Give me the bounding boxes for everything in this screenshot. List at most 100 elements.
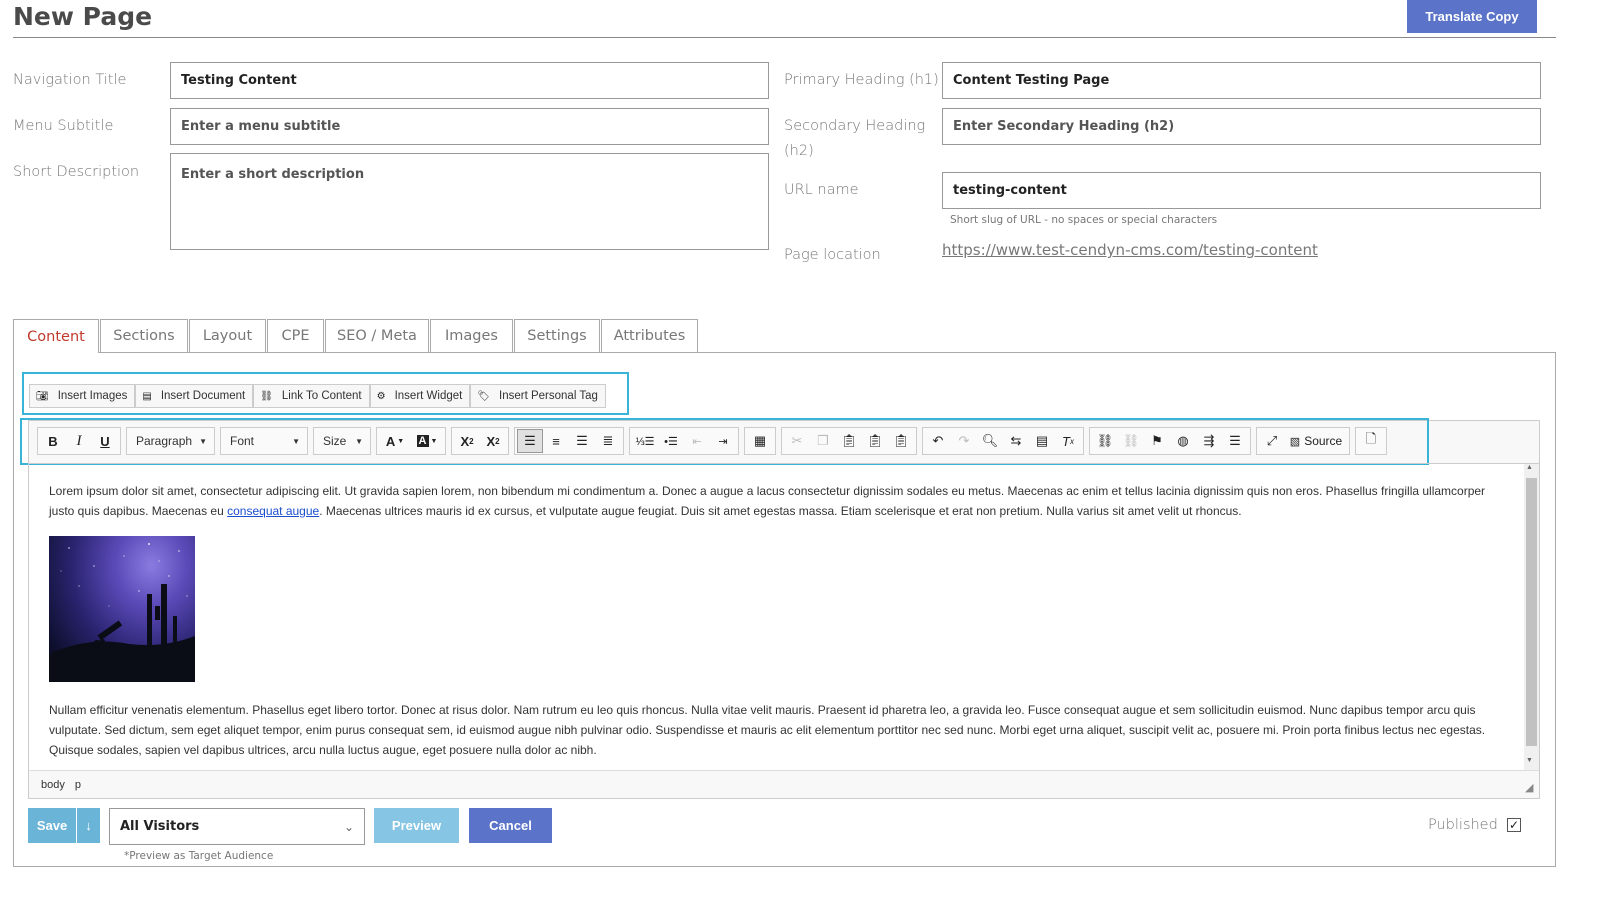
path-p[interactable]: p [75, 779, 81, 791]
save-button[interactable]: Save [28, 808, 76, 843]
menu-subtitle-input[interactable]: Enter a menu subtitle [170, 108, 769, 145]
tag-icon: 🏷︎ [477, 390, 491, 402]
globe-icon[interactable]: ◍ [1170, 429, 1196, 453]
editor-paragraph-1[interactable]: Lorem ipsum dolor sit amet, consectetur … [49, 481, 1509, 521]
remove-format-icon[interactable]: Tx [1055, 429, 1081, 453]
cut-icon[interactable]: ✂ [784, 429, 810, 453]
replace-icon[interactable]: ⇆ [1003, 429, 1029, 453]
select-all-icon[interactable]: ▤ [1029, 429, 1055, 453]
paste-word-icon[interactable]: 📋︎ [888, 429, 914, 453]
bulleted-list-icon[interactable]: •☰ [658, 429, 684, 453]
copy-icon[interactable]: ❐ [810, 429, 836, 453]
secondary-heading-label: Secondary Heading (h2) [784, 118, 926, 159]
edit-group: ↶ ↷ 🔍︎ ⇆ ▤ Tx [922, 427, 1084, 455]
short-description-label: Short Description [13, 164, 140, 180]
audience-select[interactable]: All Visitors ⌄ [109, 808, 365, 845]
paragraph-format-select[interactable]: Paragraph ▼ [126, 427, 215, 455]
tab-settings[interactable]: Settings [514, 319, 600, 352]
insert-images-button[interactable]: 📷︎ Insert Images [29, 384, 136, 408]
background-color-icon[interactable]: A ▼ [411, 429, 443, 453]
size-select[interactable]: Size ▼ [313, 427, 371, 455]
translate-copy-button[interactable]: Translate Copy [1407, 0, 1537, 33]
editor-toolbar: B I U Paragraph ▼ Font ▼ Size ▼ A ▼ A ▼ X2 X2… [37, 427, 1387, 455]
maximize-icon[interactable]: ⤢ [1259, 429, 1285, 453]
align-right-icon[interactable]: ☰ [569, 429, 595, 453]
align-left-icon[interactable]: ☰ [517, 429, 543, 453]
link-group: ⛓︎ ⛓︎ ⚑ ◍ ⇶ ☰ [1089, 427, 1251, 455]
save-options-arrow-icon[interactable]: ↓ [77, 808, 100, 843]
chevron-down-icon: ⌄ [343, 819, 354, 834]
scroll-up-arrow-icon[interactable]: ▲ [1526, 464, 1533, 471]
tab-attributes[interactable]: Attributes [601, 319, 698, 352]
outdent-icon[interactable]: ⇤ [684, 429, 710, 453]
bold-button[interactable]: B [40, 429, 66, 453]
insert-widget-button[interactable]: ⚙︎ Insert Widget [369, 384, 471, 408]
page-location-label: Page location [784, 247, 881, 263]
insert-document-button[interactable]: ▤ Insert Document [135, 384, 254, 408]
align-center-icon[interactable]: ≡ [543, 429, 569, 453]
tab-sections[interactable]: Sections [100, 319, 188, 352]
justify-icon[interactable]: ≣ [595, 429, 621, 453]
header-divider [13, 37, 1556, 38]
undo-icon[interactable]: ↶ [925, 429, 951, 453]
page-title: New Page [13, 2, 153, 31]
scroll-down-arrow-icon[interactable]: ▼ [1526, 757, 1533, 764]
source-button[interactable]: ▧ Source [1285, 429, 1347, 453]
paste-icon[interactable]: 📋︎ [836, 429, 862, 453]
underline-button[interactable]: U [92, 429, 118, 453]
unlink-icon[interactable]: ⛓︎ [1118, 429, 1144, 453]
tab-layout[interactable]: Layout [189, 319, 266, 352]
color-group: A ▼ A ▼ [376, 427, 446, 455]
insert-personal-tag-button[interactable]: 🏷︎ Insert Personal Tag [470, 384, 606, 408]
superscript-icon[interactable]: X2 [480, 429, 506, 453]
templates-icon[interactable]: 🗋︎ [1358, 429, 1384, 453]
italic-button[interactable]: I [66, 429, 92, 453]
secondary-heading-input[interactable]: Enter Secondary Heading (h2) [942, 108, 1541, 145]
link-to-content-button[interactable]: ⛓︎ Link To Content [253, 384, 370, 408]
resize-handle-icon[interactable]: ◢ [1525, 781, 1533, 794]
stargazer-image[interactable] [49, 536, 195, 682]
tab-seo-meta[interactable]: SEO / Meta [325, 319, 429, 352]
menu-subtitle-label: Menu Subtitle [13, 118, 114, 134]
find-icon[interactable]: 🔍︎ [977, 429, 1003, 453]
link-icon[interactable]: ⛓︎ [1092, 429, 1118, 453]
consequat-augue-link[interactable]: consequat augue [227, 504, 319, 518]
active-tab-gap [14, 351, 98, 353]
preview-button[interactable]: Preview [374, 808, 459, 843]
gear-icon: ⚙︎ [376, 390, 386, 402]
page-location-link[interactable]: https://www.test-cendyn-cms.com/testing-… [942, 241, 1318, 259]
tab-images[interactable]: Images [430, 319, 513, 352]
published-checkbox[interactable]: ✓ [1507, 818, 1521, 832]
font-select[interactable]: Font ▼ [220, 427, 308, 455]
paste-text-icon[interactable]: 📋︎ [862, 429, 888, 453]
blockquote-icon[interactable]: ⇶ [1196, 429, 1222, 453]
numbered-list-icon[interactable]: ⅓☰ [632, 429, 658, 453]
primary-heading-label: Primary Heading (h1) [784, 72, 939, 88]
redo-icon[interactable]: ↷ [951, 429, 977, 453]
url-name-input[interactable]: testing-content [942, 172, 1541, 209]
tab-content[interactable]: Content [13, 319, 99, 353]
editor-paragraph-2[interactable]: Nullam efficitur venenatis elementum. Ph… [49, 700, 1509, 760]
cancel-button[interactable]: Cancel [469, 808, 552, 843]
text-color-icon[interactable]: A ▼ [379, 429, 411, 453]
short-description-textarea[interactable]: Enter a short description [170, 153, 769, 250]
align-group: ☰ ≡ ☰ ≣ [514, 427, 624, 455]
primary-heading-input[interactable]: Content Testing Page [942, 62, 1541, 99]
url-hint: Short slug of URL - no spaces or special… [950, 214, 1218, 226]
editor-scrollbar-thumb[interactable] [1526, 478, 1537, 746]
indent-icon[interactable]: ⇥ [710, 429, 736, 453]
checkmark-icon: ✓ [1508, 818, 1520, 832]
list-group: ⅓☰ •☰ ⇤ ⇥ [629, 427, 739, 455]
anchor-flag-icon[interactable]: ⚑ [1144, 429, 1170, 453]
tab-cpe[interactable]: CPE [267, 319, 324, 352]
insert-toolbar: 📷︎ Insert Images ▤ Insert Document ⛓︎ Link … [29, 384, 606, 408]
table-icon[interactable]: ▦ [747, 429, 773, 453]
subscript-icon[interactable]: X2 [454, 429, 480, 453]
camera-icon: 📷︎ [36, 390, 49, 402]
nav-title-input[interactable]: Testing Content [170, 62, 769, 99]
stargazer-silhouette [49, 543, 195, 682]
url-name-label: URL name [784, 182, 859, 198]
horizontal-line-icon[interactable]: ☰ [1222, 429, 1248, 453]
path-body[interactable]: body [41, 779, 65, 791]
view-group: ⤢ ▧ Source [1256, 427, 1350, 455]
